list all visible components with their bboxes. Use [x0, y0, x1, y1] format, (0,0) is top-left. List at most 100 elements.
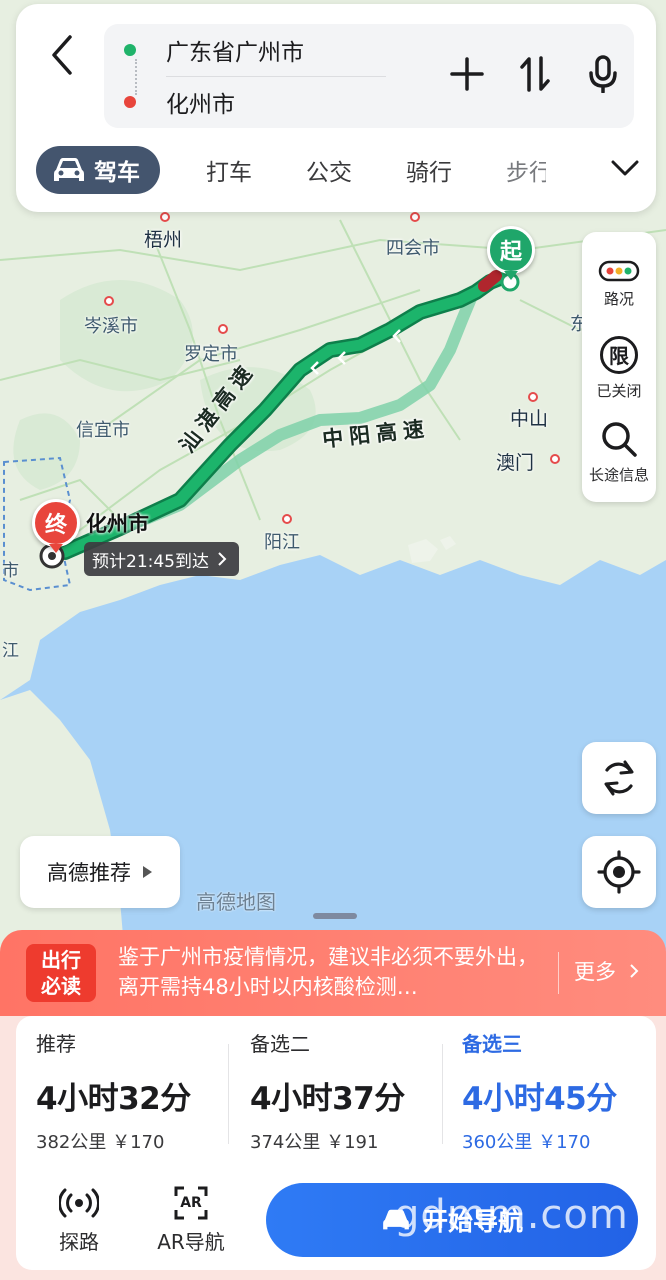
chevron-right-icon	[218, 552, 227, 566]
city-label-sihui: 四会市	[386, 238, 440, 259]
travel-notice[interactable]: 出行 必读 鉴于广州市疫情情况，建议非必须不要外出，离开需持48小时以内核酸检测…	[0, 930, 666, 1030]
restriction-label: 已关闭	[596, 381, 642, 400]
eta-tag[interactable]: 预计21:45到达	[84, 542, 239, 576]
city-label-xinyi: 信宜市	[76, 420, 130, 441]
add-stop-icon	[450, 57, 484, 91]
swap-icon	[520, 56, 550, 92]
route-divider	[228, 1044, 229, 1144]
route-tag: 备选三	[462, 1032, 522, 1056]
search-icon	[602, 421, 637, 457]
restriction-toggle[interactable]: 限 已关闭	[582, 326, 656, 410]
notice-badge: 出行 必读	[26, 944, 96, 1002]
city-dot	[104, 296, 114, 306]
end-pin-label: 终	[44, 513, 67, 538]
map-watermark: 高德地图	[196, 890, 276, 914]
city-dot	[528, 392, 538, 402]
locate-icon	[597, 850, 641, 894]
origin-field[interactable]: 广东省广州市	[124, 30, 304, 70]
route-divider	[442, 1044, 443, 1144]
city-label-yangjiang: 阳江	[264, 532, 300, 553]
route-tag: 推荐	[36, 1032, 76, 1056]
traffic-label: 路况	[603, 289, 634, 308]
notice-text: 鉴于广州市疫情情况，建议非必须不要外出，离开需持48小时以内核酸检测…	[118, 945, 538, 999]
route-option-recommended[interactable]: 推荐 4小时32分 382公里 ￥170	[36, 1028, 242, 1154]
microphone-icon	[589, 55, 617, 93]
panel-drag-handle[interactable]	[313, 913, 357, 919]
tab-drive-label: 驾车	[94, 160, 140, 186]
city-dot	[410, 212, 420, 222]
chevron-right-icon	[629, 964, 639, 978]
city-label-wuzhou: 梧州	[144, 229, 183, 251]
refresh-icon	[604, 760, 634, 796]
eta-text: 预计21:45到达	[92, 551, 209, 572]
city-label-zhongshan: 中山	[510, 408, 549, 430]
route-distance-cost: 374公里 ￥191	[250, 1132, 379, 1153]
locate-button[interactable]	[582, 836, 656, 908]
back-button[interactable]	[44, 30, 80, 80]
more-modes-button[interactable]	[610, 158, 640, 182]
route-option-alt2[interactable]: 备选二 4小时37分 374公里 ￥191	[250, 1028, 456, 1154]
ar-icon: AR	[174, 1186, 208, 1220]
refresh-route-button[interactable]	[582, 742, 656, 814]
city-label-jiang: 江	[2, 641, 19, 661]
start-pin-label: 起	[499, 240, 522, 265]
long-trip-info[interactable]: 长途信息	[582, 410, 656, 494]
city-dot	[550, 454, 560, 464]
city-dot	[282, 514, 292, 524]
notice-more-link[interactable]: 更多	[574, 956, 639, 986]
notice-divider	[558, 952, 559, 994]
traffic-toggle[interactable]: 路况	[582, 242, 656, 326]
explore-label: 探路	[59, 1230, 99, 1254]
voice-button[interactable]	[586, 52, 620, 96]
start-pin-tail	[504, 271, 518, 280]
tab-drive[interactable]: 驾车	[36, 146, 160, 194]
city-dot	[218, 324, 228, 334]
play-triangle-icon	[143, 866, 152, 878]
tab-walk[interactable]: 步行	[506, 153, 546, 187]
car-icon	[54, 158, 84, 181]
start-pin[interactable]: 起	[487, 226, 535, 274]
ar-nav-button[interactable]: AR AR导航	[146, 1186, 236, 1255]
notice-badge-line1: 出行	[41, 948, 81, 972]
city-label-macau: 澳门	[496, 452, 535, 474]
route-duration: 4小时32分	[36, 1081, 191, 1117]
destination-field[interactable]: 化州市	[124, 82, 235, 122]
end-pin[interactable]: 终	[32, 499, 80, 547]
ar-nav-label: AR导航	[157, 1230, 225, 1254]
site-watermark: gdmm.com	[394, 1192, 629, 1238]
map-side-tools: 路况 限 已关闭 长途信息	[582, 232, 656, 502]
notice-more-label: 更多	[574, 960, 616, 984]
ar-frame-icon	[174, 1186, 208, 1220]
chevron-down-icon	[611, 160, 639, 176]
long-trip-label: 长途信息	[588, 465, 649, 484]
route-duration: 4小时45分	[462, 1081, 617, 1117]
destination-dot-icon	[124, 96, 136, 108]
route-duration: 4小时37分	[250, 1081, 405, 1117]
city-label-luoding: 罗定市	[184, 344, 238, 365]
back-arrow-icon	[52, 35, 72, 75]
recommend-chip[interactable]: 高德推荐	[20, 836, 180, 908]
add-stop-button[interactable]	[450, 52, 484, 96]
tab-bike[interactable]: 骑行	[406, 153, 452, 187]
route-search-card: 广东省广州市 化州市 驾车 打车 公交 骑行 步行	[16, 4, 656, 212]
origin-text: 广东省广州市	[166, 40, 304, 66]
route-actions	[450, 52, 620, 96]
route-divider	[166, 76, 386, 77]
tab-bus[interactable]: 公交	[306, 153, 352, 187]
traffic-light-icon	[598, 260, 640, 281]
route-input-box: 广东省广州市 化州市	[104, 24, 634, 128]
origin-dot-icon	[124, 44, 136, 56]
city-label-cenxi: 岑溪市	[84, 316, 138, 337]
explore-signal-icon	[59, 1188, 99, 1218]
swap-button[interactable]	[518, 52, 552, 96]
end-pin-tail	[49, 544, 63, 553]
recommend-label: 高德推荐	[47, 861, 131, 885]
route-option-alt3[interactable]: 备选三 4小时45分 360公里 ￥170	[462, 1028, 666, 1154]
route-distance-cost: 382公里 ￥170	[36, 1132, 165, 1153]
destination-map-label: 化州市	[86, 512, 149, 536]
city-dot	[160, 212, 170, 222]
restriction-icon: 限	[600, 335, 638, 374]
explore-button[interactable]: 探路	[34, 1186, 124, 1255]
tab-taxi[interactable]: 打车	[206, 153, 252, 187]
notice-badge-line2: 必读	[41, 974, 81, 998]
